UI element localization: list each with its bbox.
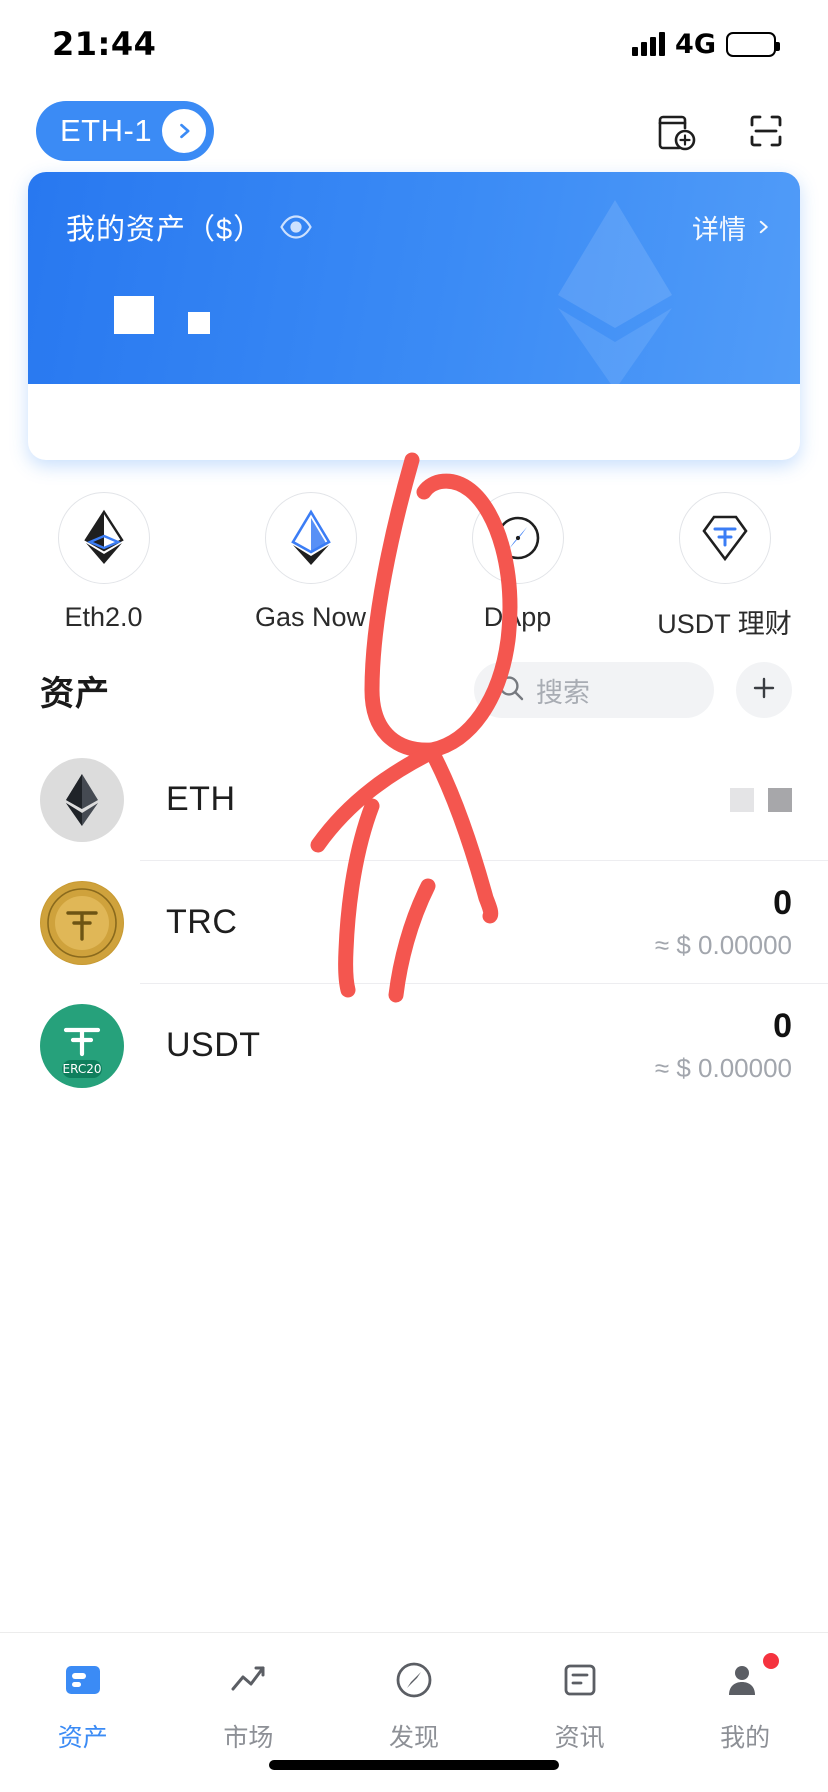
search-input[interactable]: 搜索	[474, 662, 714, 718]
asset-redaction-masks	[730, 788, 792, 812]
status-time: 21:44	[52, 25, 156, 63]
flash-swap-icon	[615, 404, 653, 440]
balance-card[interactable]: 我的资产（$） 详情	[28, 172, 800, 460]
profile-tab-icon	[722, 1657, 768, 1708]
tab-label: 市场	[223, 1718, 273, 1754]
notification-badge	[763, 1653, 779, 1669]
asset-list: ETH TRC 0 ≈ $ 0.00000	[0, 738, 828, 1107]
table-row[interactable]: ETH	[0, 738, 828, 861]
wallet-name-label: ETH-1	[60, 113, 152, 149]
chevron-right-icon	[754, 212, 772, 243]
table-row[interactable]: ERC20 USDT 0 ≈ $ 0.00000	[0, 984, 828, 1107]
compass-discover-tab-icon	[391, 1657, 437, 1708]
scan-qr-icon[interactable]	[740, 105, 792, 157]
eye-visibility-icon[interactable]	[279, 210, 313, 244]
tab-market[interactable]: 市场	[166, 1657, 332, 1754]
asset-amount: 0	[655, 1007, 792, 1046]
arrow-down-receive-icon	[360, 404, 392, 440]
quick-access-label: Gas Now	[255, 602, 366, 633]
balance-detail-link[interactable]: 详情	[692, 208, 772, 247]
gas-now-diamond-icon	[265, 492, 357, 584]
svg-text:ERC20: ERC20	[63, 1062, 102, 1076]
quick-access-item-eth2[interactable]: Eth2.0	[0, 492, 207, 633]
assets-header-tools: 搜索	[474, 662, 792, 718]
tab-label: 发现	[389, 1718, 439, 1754]
search-placeholder: 搜索	[536, 671, 590, 710]
asset-balance: 0 ≈ $ 0.00000	[655, 1007, 792, 1083]
tab-news[interactable]: 资讯	[497, 1657, 663, 1754]
top-navigation-bar: ETH-1	[0, 88, 828, 174]
asset-mask-dark	[768, 788, 792, 812]
quick-access-item-usdt-finance[interactable]: USDT 理财	[621, 492, 828, 641]
asset-symbol: USDT	[166, 1026, 261, 1065]
balance-title: 我的资产（$）	[66, 206, 263, 248]
usdt-hexagon-icon	[679, 492, 771, 584]
signal-bars-icon	[632, 32, 665, 56]
tab-discover[interactable]: 发现	[331, 1657, 497, 1754]
transfer-action-button[interactable]: 转账	[28, 401, 285, 443]
transfer-arrows-icon	[101, 404, 137, 440]
balance-title-group: 我的资产（$）	[66, 206, 313, 248]
tab-profile[interactable]: 我的	[662, 1657, 828, 1754]
wallet-tab-icon	[60, 1657, 106, 1708]
wallet-add-icon[interactable]	[648, 105, 700, 157]
assets-section-header: 资产 搜索	[0, 642, 828, 738]
asset-balance: 0 ≈ $ 0.00000	[655, 884, 792, 960]
add-asset-button[interactable]	[736, 662, 792, 718]
balance-mask-primary	[114, 296, 154, 334]
status-bar: 21:44 4G	[0, 0, 828, 88]
trc-gold-coin-icon	[40, 881, 124, 965]
asset-fiat-value: ≈ $ 0.00000	[655, 1053, 792, 1084]
quick-access-item-gas-now[interactable]: Gas Now	[207, 492, 414, 633]
quick-access-label: DApp	[484, 602, 552, 633]
transfer-label: 转账	[154, 401, 212, 443]
asset-symbol: TRC	[166, 903, 237, 942]
tab-label: 资产	[58, 1718, 108, 1754]
quick-access-label: Eth2.0	[64, 602, 142, 633]
battery-full-icon	[726, 32, 776, 57]
news-tab-icon	[557, 1657, 603, 1708]
tab-assets[interactable]: 资产	[0, 1657, 166, 1754]
network-type-label: 4G	[675, 29, 716, 60]
flash-swap-label: 闪兑	[670, 401, 728, 443]
plus-icon	[749, 673, 779, 708]
flash-swap-action-button[interactable]: 闪兑	[543, 401, 800, 443]
asset-mask-light	[730, 788, 754, 812]
table-row[interactable]: TRC 0 ≈ $ 0.00000	[0, 861, 828, 984]
receive-label: 收款	[409, 401, 467, 443]
assets-title: 资产	[40, 666, 110, 715]
search-icon	[496, 673, 526, 708]
quick-access-item-dapp[interactable]: DApp	[414, 492, 621, 633]
asset-fiat-value: ≈ $ 0.00000	[655, 930, 792, 961]
asset-amount: 0	[655, 884, 792, 923]
chevron-right-icon[interactable]	[162, 109, 206, 153]
market-chart-tab-icon	[225, 1657, 271, 1708]
quick-access-label: USDT 理财	[657, 602, 792, 641]
home-indicator	[269, 1760, 559, 1770]
usdt-erc20-coin-icon: ERC20	[40, 1004, 124, 1088]
balance-mask-secondary	[188, 312, 210, 334]
tab-label: 我的	[720, 1718, 770, 1754]
wallet-selector-chip[interactable]: ETH-1	[36, 101, 214, 161]
quick-access-row: Eth2.0 Gas Now DApp	[0, 492, 828, 642]
detail-label: 详情	[692, 208, 746, 247]
balance-redaction-masks	[114, 296, 210, 334]
app-screen: 21:44 4G ETH-1	[0, 0, 828, 1792]
balance-card-header: 我的资产（$） 详情	[28, 206, 800, 248]
compass-dapp-icon	[472, 492, 564, 584]
tab-label: 资讯	[555, 1718, 605, 1754]
asset-symbol: ETH	[166, 780, 236, 819]
status-indicators: 4G	[632, 29, 776, 60]
asset-balance-masked	[730, 788, 792, 812]
top-nav-actions	[648, 105, 792, 157]
ethereum-coin-icon	[40, 758, 124, 842]
eth2-diamond-icon	[58, 492, 150, 584]
balance-card-body: 我的资产（$） 详情	[28, 172, 800, 384]
receive-action-button[interactable]: 收款	[285, 401, 542, 443]
